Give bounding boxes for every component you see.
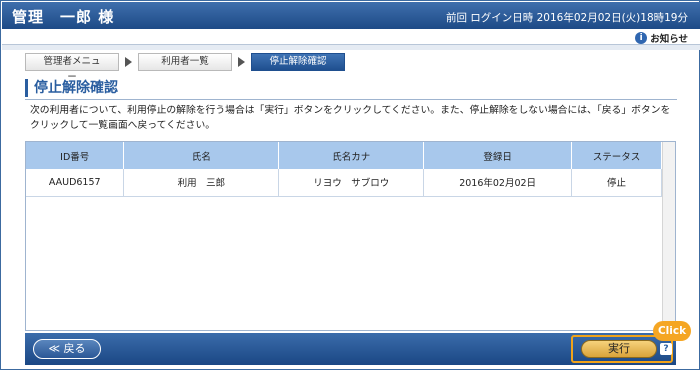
header-bar: 管理 一郎 様 前回 ログイン日時 2016年02月02日(火)18時19分 xyxy=(2,2,700,29)
header-registered: 登録日 xyxy=(423,142,573,169)
header-divider xyxy=(2,45,700,50)
table-row: AAUD6157 利用 三郎 リヨウ サブロウ 2016年02月02日 停止 xyxy=(26,169,662,197)
back-button[interactable]: ≪ 戻る xyxy=(33,339,101,359)
title-divider xyxy=(25,99,677,100)
breadcrumb-arrow-icon xyxy=(125,57,132,67)
instruction-message: 次の利用者について、利用停止の解除を行う場合は「実行」ボタンをクリックしてくださ… xyxy=(30,105,671,131)
breadcrumb-arrow-icon xyxy=(238,57,245,67)
user-name-title: 管理 一郎 様 xyxy=(12,8,115,26)
footer-bar: ≪ 戻る 実行 ? xyxy=(25,333,676,365)
cell-name: 利用 三郎 xyxy=(123,169,280,197)
help-icon[interactable]: ? xyxy=(660,343,672,355)
header-status: ステータス xyxy=(571,142,662,169)
cell-status: 停止 xyxy=(571,169,662,197)
breadcrumb-user-list[interactable]: 利用者一覧 xyxy=(138,53,232,71)
breadcrumb: 管理者メニュー 利用者一覧 停止解除確認 xyxy=(25,53,345,83)
notice-link[interactable]: i お知らせ xyxy=(635,31,688,45)
user-table-container: ID番号 氏名 氏名カナ 登録日 ステータス AAUD6157 利用 三郎 リヨ… xyxy=(25,141,676,331)
cell-id: AAUD6157 xyxy=(26,169,125,197)
last-login-text: 前回 ログイン日時 2016年02月02日(火)18時19分 xyxy=(445,12,688,24)
page-title: 停止解除確認 xyxy=(25,79,118,97)
execute-button[interactable]: 実行 xyxy=(581,340,657,358)
breadcrumb-current: 停止解除確認 xyxy=(251,53,345,71)
info-icon: i xyxy=(635,32,648,44)
cell-registered: 2016年02月02日 xyxy=(423,169,573,197)
table-header-row: ID番号 氏名 氏名カナ 登録日 ステータス xyxy=(26,142,662,169)
header-kana: 氏名カナ xyxy=(278,142,425,169)
header-name: 氏名 xyxy=(123,142,280,169)
notice-bar: i お知らせ xyxy=(2,29,700,45)
notice-label: お知らせ xyxy=(650,34,688,45)
app-window: 管理 一郎 様 前回 ログイン日時 2016年02月02日(火)18時19分 i… xyxy=(0,0,700,370)
user-table: ID番号 氏名 氏名カナ 登録日 ステータス AAUD6157 利用 三郎 リヨ… xyxy=(26,142,662,197)
header-id: ID番号 xyxy=(26,142,125,169)
breadcrumb-admin-menu[interactable]: 管理者メニュー xyxy=(25,53,119,83)
table-scrollbar[interactable] xyxy=(662,142,675,330)
cell-kana: リヨウ サブロウ xyxy=(278,169,425,197)
click-callout: Click xyxy=(653,321,691,341)
